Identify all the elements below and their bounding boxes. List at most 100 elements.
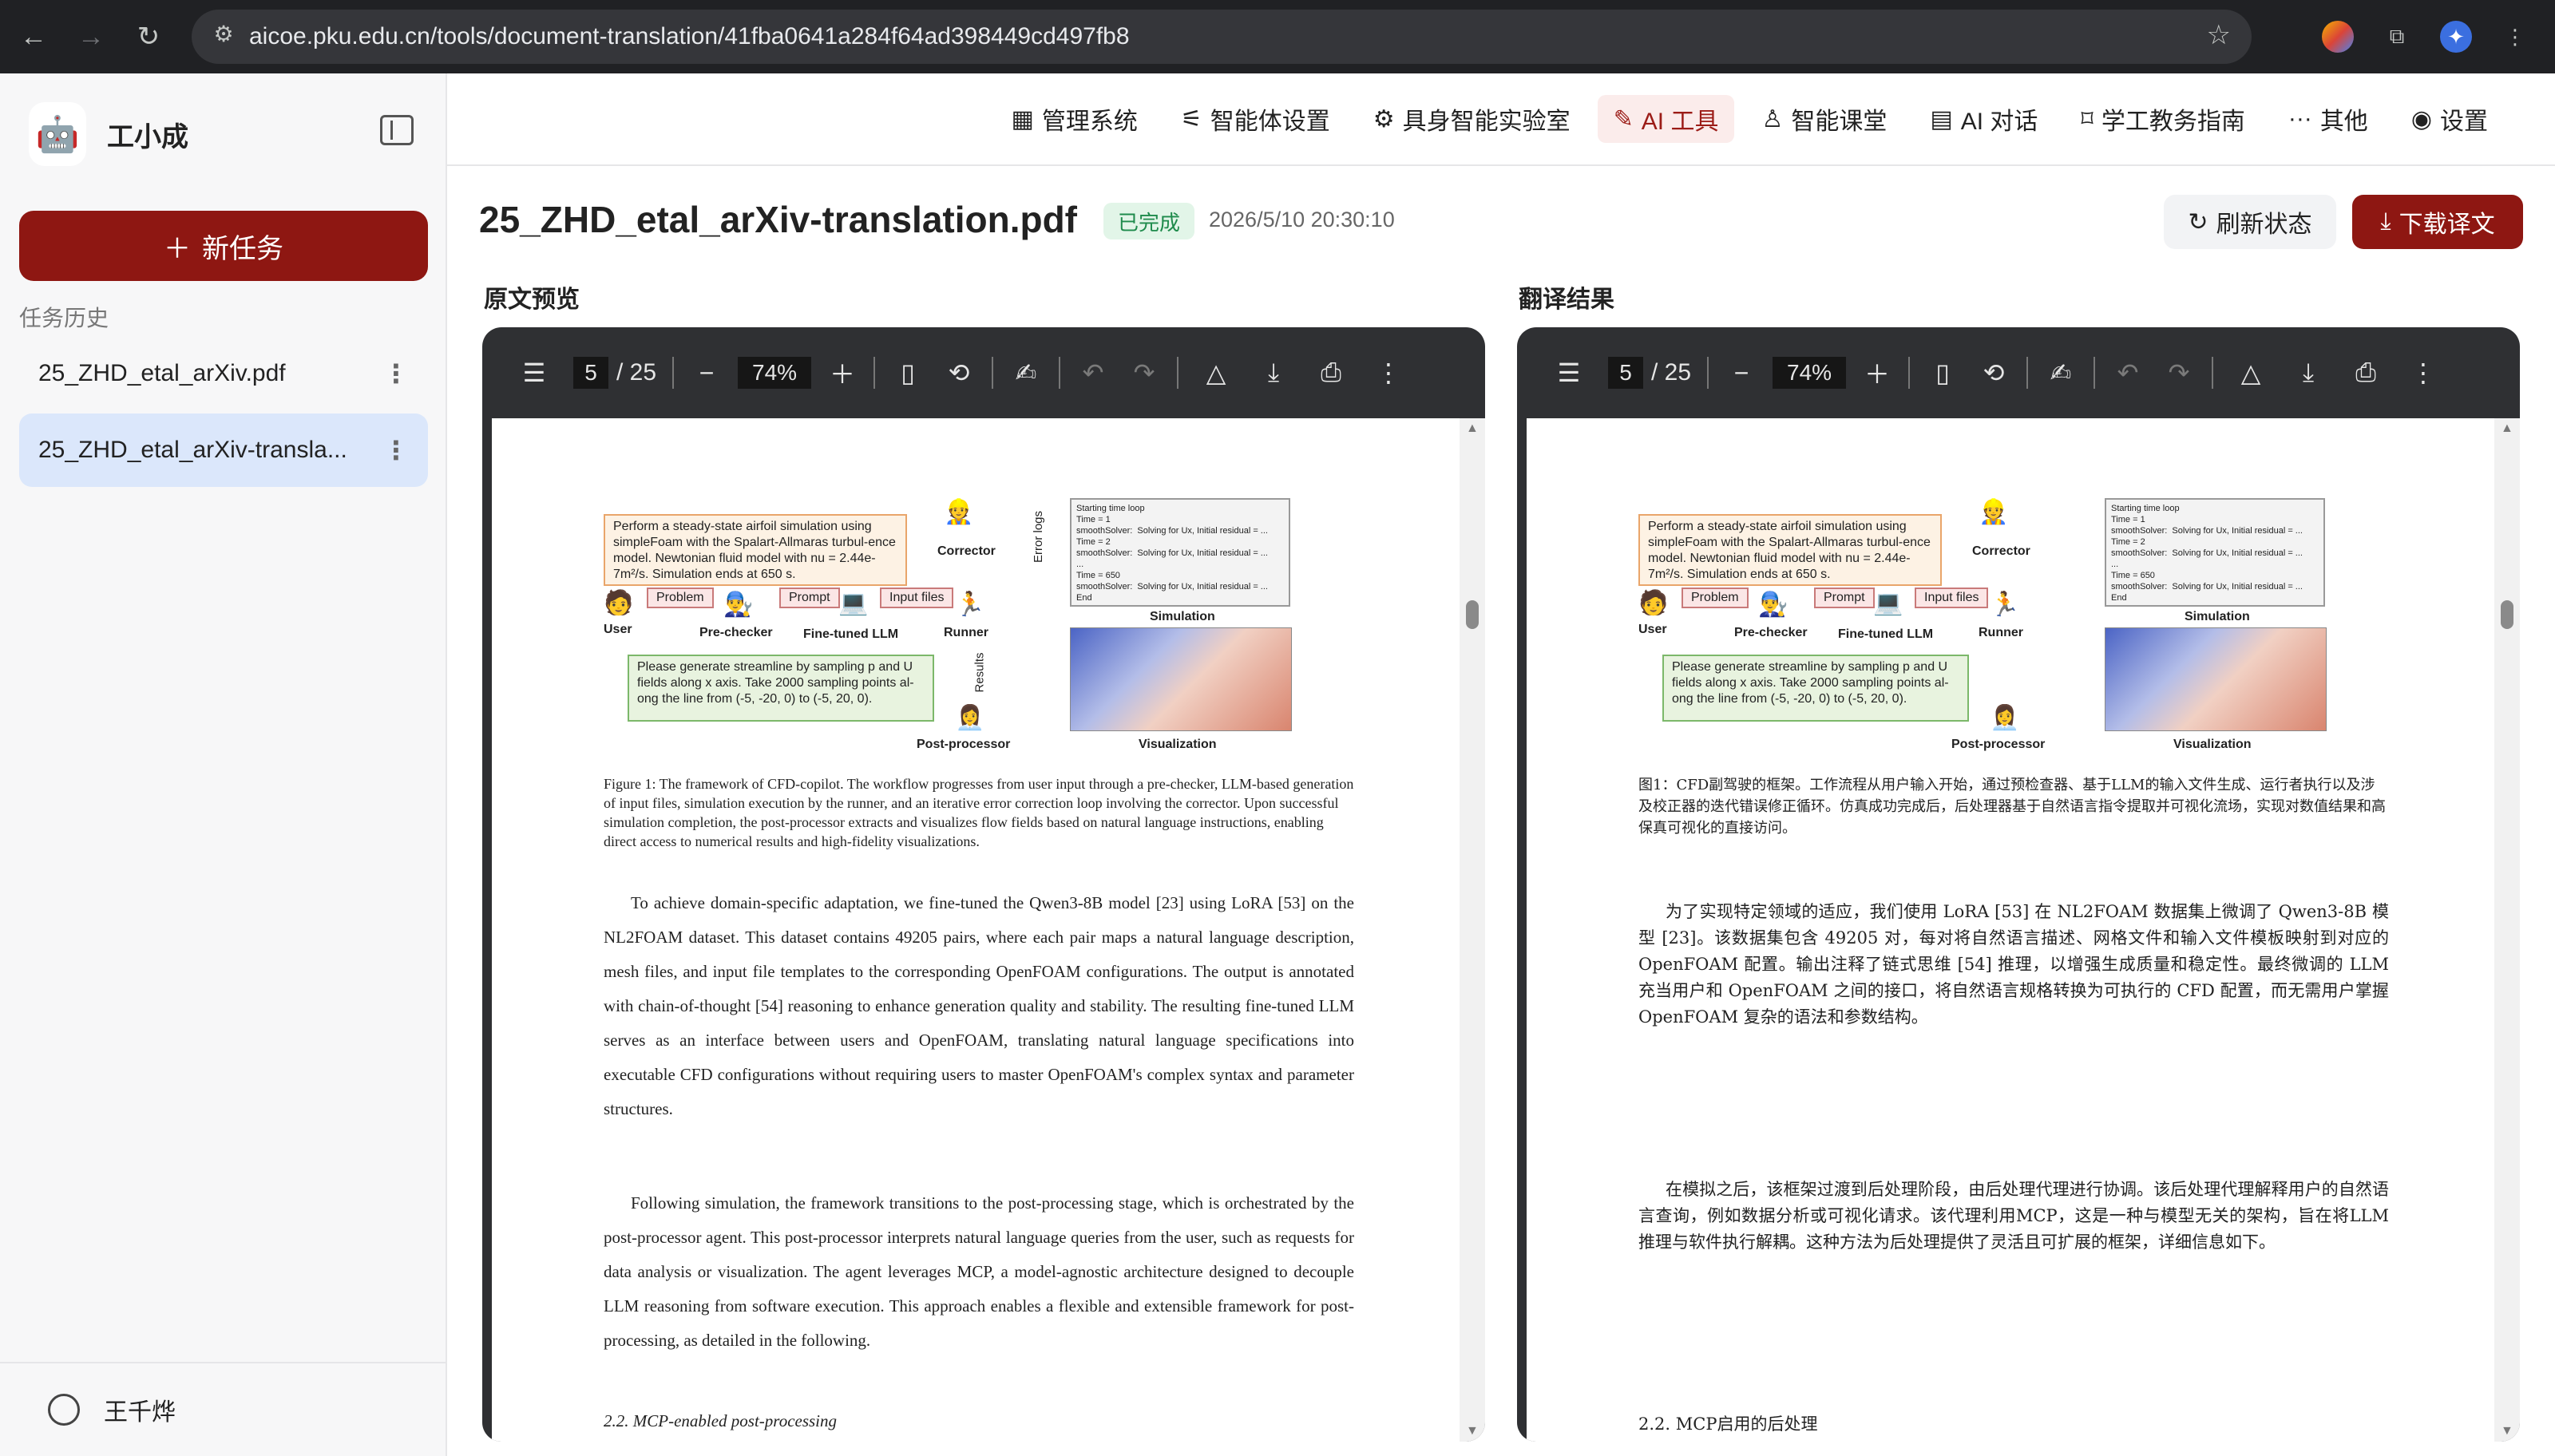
nav-management[interactable]: ▦ 管理系统 xyxy=(995,95,1153,143)
nav-ai-chat[interactable]: ▤ AI 对话 xyxy=(1914,95,2054,143)
more-options-icon[interactable]: ⋮ xyxy=(383,435,409,465)
nav-label: 智能体设置 xyxy=(1210,109,1330,135)
rotate-icon[interactable]: ⟲ xyxy=(1975,358,2012,388)
user-avatar-icon xyxy=(48,1394,80,1426)
brain-icon: ⚙ xyxy=(1373,105,1395,133)
postprocessor-person-icon: 👩‍💼 xyxy=(955,705,985,731)
reload-icon[interactable]: ↻ xyxy=(125,13,172,61)
forward-icon[interactable]: → xyxy=(67,13,115,61)
download-translation-button[interactable]: ⤓ 下载译文 xyxy=(2352,195,2523,249)
figure-caption: Figure 1: The framework of CFD-copilot. … xyxy=(604,776,1354,849)
url-text: aicoe.pku.edu.cn/tools/document-translat… xyxy=(249,23,1130,49)
scrollbar[interactable]: ▲ ▼ xyxy=(2494,418,2520,1442)
status-badge: 已完成 xyxy=(1103,203,1195,239)
address-bar[interactable]: ⚙ aicoe.pku.edu.cn/tools/document-transl… xyxy=(192,10,2252,64)
visualization-label: Visualization xyxy=(1139,738,1217,751)
rotate-icon[interactable]: ⟲ xyxy=(941,358,977,388)
more-actions-icon[interactable]: ⋮ xyxy=(2405,358,2442,388)
annotate-icon[interactable]: ✍ xyxy=(2042,358,2079,388)
save-drive-icon[interactable]: △ xyxy=(2232,358,2269,388)
more-options-icon[interactable]: ⋮ xyxy=(383,358,409,389)
divider xyxy=(873,357,876,389)
undo-icon[interactable]: ↶ xyxy=(2109,358,2146,388)
paragraph-text: 在模拟之后，该框架过渡到后处理阶段，由后处理代理进行协调。该后处理代理解释用户的… xyxy=(1638,1180,2389,1252)
scroll-thumb[interactable] xyxy=(2501,600,2513,629)
nav-settings[interactable]: ◉ 设置 xyxy=(2395,95,2504,143)
new-task-button[interactable]: ＋ 新任务 xyxy=(19,211,428,281)
page-input[interactable]: 5 xyxy=(573,357,608,389)
zoom-in-icon[interactable]: ＋ xyxy=(1859,354,1895,391)
browser-menu-icon[interactable]: ⋮ xyxy=(2499,21,2531,53)
scroll-down-icon[interactable]: ▼ xyxy=(1466,1424,1479,1438)
paragraph: 在模拟之后，该框架过渡到后处理阶段，由后处理代理进行协调。该后处理代理解释用户的… xyxy=(1638,1177,2389,1256)
annotate-icon[interactable]: ✍ xyxy=(1008,358,1044,388)
zoom-in-icon[interactable]: ＋ xyxy=(824,354,861,391)
scrollbar[interactable]: ▲ ▼ xyxy=(1460,418,1485,1442)
scroll-thumb[interactable] xyxy=(1466,600,1479,629)
prechecker-person-icon: 👨‍🔧 xyxy=(723,592,754,618)
user-person-icon: 🧑 xyxy=(1638,590,1669,616)
fit-page-icon[interactable]: ▯ xyxy=(1924,358,1961,388)
fit-page-icon[interactable]: ▯ xyxy=(889,358,926,388)
paragraph: Following simulation, the framework tran… xyxy=(604,1186,1354,1358)
print-icon[interactable]: ⎙ xyxy=(1313,358,1349,388)
top-nav: ▦ 管理系统 ⚟ 智能体设置 ⚙ 具身智能实验室 ✎ AI 工具 ♙ 智能课堂 ▤ AI 对… xyxy=(447,73,2555,166)
nav-smart-classroom[interactable]: ♙ 智能课堂 xyxy=(1745,95,1903,143)
pdf-viewer-original: ☰ 5 / 25 − 74% ＋ ▯ ⟲ ✍ ↶ ↷ △ ⤓ ⎙ ⋮ Perfo… xyxy=(482,327,1485,1442)
runner-person-icon: 🏃 xyxy=(1990,592,2020,618)
menu-icon[interactable]: ☰ xyxy=(1551,358,1587,388)
results-label: Results xyxy=(972,652,987,693)
plus-icon: ＋ xyxy=(164,233,191,264)
scroll-up-icon[interactable]: ▲ xyxy=(2501,421,2513,436)
print-icon[interactable]: ⎙ xyxy=(2347,358,2384,388)
prompt-pill: Prompt xyxy=(779,588,840,608)
zoom-input[interactable]: 74% xyxy=(1773,357,1847,389)
brand-name: 工小成 xyxy=(107,122,188,152)
postprocessor-label: Post-processor xyxy=(1951,738,2046,751)
zoom-out-icon[interactable]: − xyxy=(1723,358,1760,388)
divider xyxy=(1707,357,1709,389)
user-profile[interactable]: 王千烨 xyxy=(0,1362,447,1456)
download-icon[interactable]: ⤓ xyxy=(1255,358,1292,388)
simulation-log: Starting time loop Time = 1 smoothSolver… xyxy=(1070,498,1290,607)
refresh-status-button[interactable]: ↻ 刷新状态 xyxy=(2164,195,2336,249)
scroll-up-icon[interactable]: ▲ xyxy=(1466,421,1479,436)
undo-icon[interactable]: ↶ xyxy=(1075,358,1111,388)
zoom-out-icon[interactable]: − xyxy=(688,358,725,388)
input-files-pill: Input files xyxy=(880,588,954,608)
new-task-label: 新任务 xyxy=(202,233,283,264)
nav-guide[interactable]: ⌑ 学工教务指南 xyxy=(2065,95,2260,143)
llm-computer-icon: 💻 xyxy=(838,590,869,616)
redo-icon[interactable]: ↷ xyxy=(1126,358,1163,388)
download-icon[interactable]: ⤓ xyxy=(2290,358,2327,388)
scroll-down-icon[interactable]: ▼ xyxy=(2501,1424,2513,1438)
corrector-label: Corrector xyxy=(1972,544,2030,558)
zoom-input[interactable]: 74% xyxy=(738,357,812,389)
translation-result-label: 翻译结果 xyxy=(1519,287,1614,313)
site-info-icon[interactable]: ⚙ xyxy=(208,21,240,53)
nav-ai-tools[interactable]: ✎ AI 工具 xyxy=(1597,95,1735,143)
section-heading: 2.2. MCP-enabled post-processing xyxy=(604,1411,838,1430)
nav-agent-settings[interactable]: ⚟ 智能体设置 xyxy=(1165,95,1346,143)
collapse-sidebar-icon[interactable] xyxy=(380,115,414,145)
extension-icon[interactable] xyxy=(2322,21,2354,53)
browser-extensions: ⧉ ✦ ⋮ xyxy=(2322,0,2555,73)
bookmark-star-icon[interactable]: ☆ xyxy=(2207,19,2231,51)
back-icon[interactable]: ← xyxy=(10,13,57,61)
profile-avatar-icon[interactable]: ✦ xyxy=(2440,21,2472,53)
save-drive-icon[interactable]: △ xyxy=(1198,358,1234,388)
nav-label: 学工教务指南 xyxy=(2101,109,2245,135)
section-heading: 2.2. MCP启用的后处理 xyxy=(1638,1414,1818,1434)
history-item[interactable]: 25_ZHD_etal_arXiv.pdf ⋮ xyxy=(19,337,428,410)
prompt-pill: Prompt xyxy=(1814,588,1875,608)
nav-embodied-lab[interactable]: ⚙ 具身智能实验室 xyxy=(1357,95,1586,143)
runner-label: Runner xyxy=(1979,626,2023,639)
redo-icon[interactable]: ↷ xyxy=(2161,358,2197,388)
more-actions-icon[interactable]: ⋮ xyxy=(1370,358,1407,388)
history-item-active[interactable]: 25_ZHD_etal_arXiv-transla... ⋮ xyxy=(19,413,428,487)
page-input[interactable]: 5 xyxy=(1608,357,1643,389)
extensions-puzzle-icon[interactable]: ⧉ xyxy=(2381,21,2413,53)
nav-other[interactable]: ··· 其他 xyxy=(2272,95,2384,143)
post-prompt-box: Please generate streamline by sampling p… xyxy=(1662,655,1969,722)
menu-icon[interactable]: ☰ xyxy=(516,358,553,388)
